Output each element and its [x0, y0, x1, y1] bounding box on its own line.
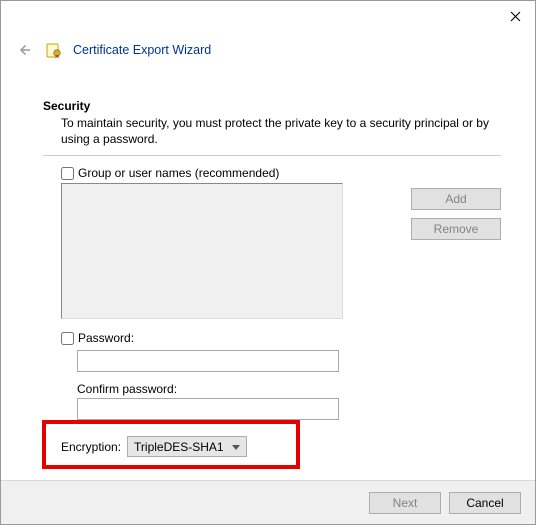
add-button[interactable]: Add: [411, 188, 501, 210]
back-arrow-icon: [15, 41, 33, 59]
content-area: Security To maintain security, you must …: [1, 99, 535, 457]
close-button[interactable]: [495, 1, 535, 31]
wizard-header: Certificate Export Wizard: [1, 31, 535, 73]
password-checkbox[interactable]: [61, 332, 74, 345]
group-names-label: Group or user names (recommended): [78, 166, 279, 180]
encryption-label: Encryption:: [61, 440, 121, 454]
titlebar: [1, 1, 535, 31]
encryption-selected-value: TripleDES-SHA1: [134, 440, 224, 454]
footer: Next Cancel: [1, 480, 535, 524]
close-icon: [510, 11, 521, 22]
confirm-password-input[interactable]: [77, 398, 339, 420]
password-input[interactable]: [77, 350, 339, 372]
group-names-checkbox[interactable]: [61, 167, 74, 180]
password-label: Password:: [78, 331, 134, 345]
encryption-dropdown[interactable]: TripleDES-SHA1: [127, 436, 247, 457]
cancel-button[interactable]: Cancel: [449, 492, 521, 514]
next-button[interactable]: Next: [369, 492, 441, 514]
wizard-window: Certificate Export Wizard Security To ma…: [0, 0, 536, 525]
encryption-row: Encryption: TripleDES-SHA1: [61, 436, 501, 457]
certificate-icon: [45, 41, 63, 59]
section-description: To maintain security, you must protect t…: [61, 115, 497, 147]
group-names-list[interactable]: [61, 183, 343, 319]
confirm-password-label: Confirm password:: [77, 382, 501, 396]
section-heading: Security: [43, 99, 501, 113]
remove-button[interactable]: Remove: [411, 218, 501, 240]
password-block: Password: Confirm password:: [61, 331, 501, 420]
group-users-row: Group or user names (recommended) Add Re…: [61, 166, 501, 319]
wizard-title: Certificate Export Wizard: [73, 43, 211, 57]
divider: [43, 155, 501, 156]
back-button[interactable]: [13, 39, 35, 61]
